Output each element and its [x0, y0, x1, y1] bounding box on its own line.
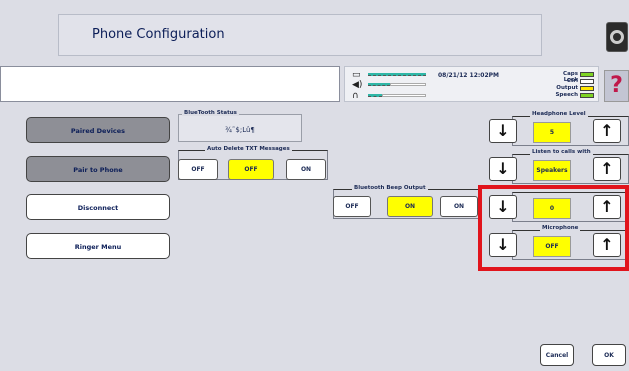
headphone-level-label: Headphone Level	[530, 111, 588, 117]
ctrl-indicator	[580, 79, 594, 84]
beep-output-off-button[interactable]: OFF	[333, 196, 371, 217]
listen-to-calls-value: Speakers	[533, 160, 571, 181]
headphones-icon: ∩	[352, 91, 359, 101]
paired-devices-button[interactable]: Paired Devices	[26, 117, 170, 143]
calendar-icon: ▭	[352, 70, 361, 80]
pair-to-phone-button[interactable]: Pair to Phone	[26, 156, 170, 182]
cancel-button[interactable]: Cancel	[540, 344, 574, 366]
auto-delete-on-button[interactable]: ON	[286, 159, 326, 180]
ctrl-label: Ctrl	[566, 78, 578, 84]
speech-indicator	[580, 93, 594, 98]
auto-delete-selected[interactable]: OFF	[228, 159, 274, 180]
help-button[interactable]: ?	[604, 70, 629, 102]
speaker-icon: ◀)	[352, 80, 363, 90]
output-indicator	[580, 86, 594, 91]
bluetooth-status-value: ¾˜$;Lû¶	[225, 126, 255, 134]
highlight-box	[478, 185, 629, 271]
caps-lock-indicator	[580, 72, 594, 77]
status-meter-battery	[368, 73, 426, 76]
headphone-level-up-button[interactable]: ↑	[593, 119, 621, 143]
beep-output-on-button[interactable]: ON	[440, 196, 478, 217]
message-display	[0, 66, 340, 102]
auto-delete-off-button[interactable]: OFF	[178, 159, 218, 180]
speech-label: Speech	[555, 92, 578, 98]
listen-to-calls-down-button[interactable]: ↓	[489, 157, 517, 181]
settings-button[interactable]	[606, 22, 628, 52]
listen-to-calls-label: Listen to calls with	[530, 149, 593, 155]
headphone-level-down-button[interactable]: ↓	[489, 119, 517, 143]
volume-meter	[368, 83, 390, 86]
datetime-display: 08/21/12 12:02PM	[438, 72, 499, 79]
beep-output-label: Bluetooth Beep Output	[352, 185, 428, 191]
headphone-level-value: 5	[533, 122, 571, 143]
ok-button[interactable]: OK	[592, 344, 626, 366]
page-title: Phone Configuration	[92, 27, 225, 42]
headphone-meter-track	[382, 94, 426, 97]
bluetooth-status-label: BlueTooth Status	[182, 110, 239, 116]
headphone-meter	[368, 94, 382, 97]
auto-delete-label: Auto Delete TXT Messages	[205, 146, 292, 152]
ringer-menu-button[interactable]: Ringer Menu	[26, 233, 170, 259]
listen-to-calls-up-button[interactable]: ↑	[593, 157, 621, 181]
output-label: Output	[556, 85, 578, 91]
gear-icon	[610, 30, 624, 44]
volume-meter-track	[390, 83, 426, 86]
disconnect-button[interactable]: Disconnect	[26, 194, 170, 220]
beep-output-selected[interactable]: ON	[387, 196, 433, 217]
